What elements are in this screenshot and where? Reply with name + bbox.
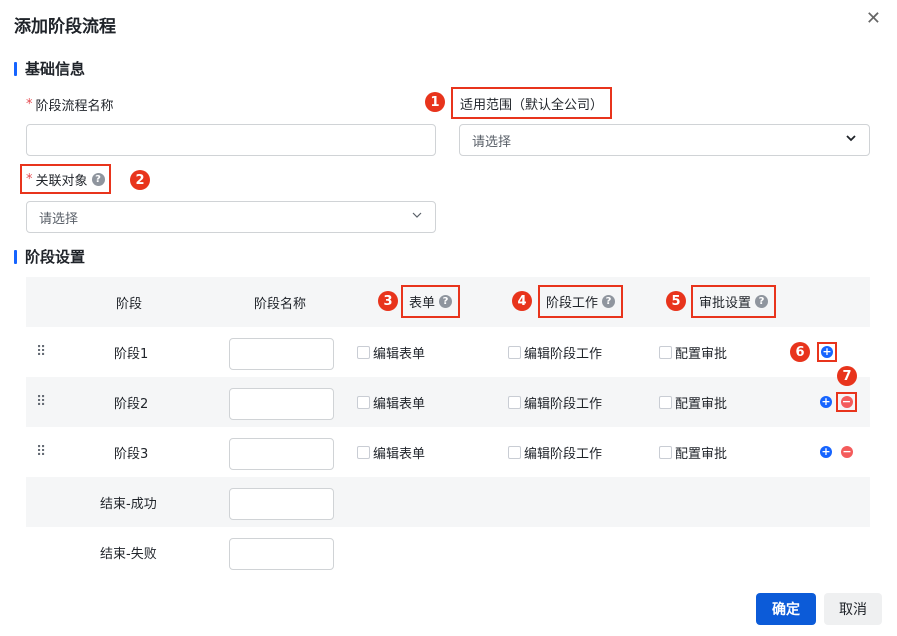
- stage-name-input[interactable]: [229, 538, 334, 570]
- section-stage-title: 阶段设置: [25, 248, 86, 266]
- config-approval-checkbox[interactable]: 配置审批: [659, 427, 727, 477]
- edit-work-text: 编辑阶段工作: [524, 396, 603, 412]
- checkbox-icon[interactable]: [508, 395, 521, 409]
- table-row: ⠿ 阶段2 编辑表单 编辑阶段工作 配置审批 + 7 −: [26, 366, 870, 427]
- required-mark: *: [26, 97, 33, 112]
- checkbox-icon[interactable]: [508, 445, 521, 459]
- drag-handle-icon[interactable]: ⠿: [36, 427, 46, 477]
- chevron-down-icon: [411, 209, 423, 225]
- header-approval-text: 审批设置: [699, 296, 752, 311]
- table-row: ⠿ 阶段1 编辑表单 编辑阶段工作 配置审批 6 +: [26, 327, 870, 377]
- edit-work-text: 编辑阶段工作: [524, 446, 603, 462]
- dialog-title: 添加阶段流程: [14, 17, 116, 37]
- header-stage-work-text: 阶段工作: [546, 296, 599, 311]
- section-basic-title: 基础信息: [25, 60, 86, 78]
- checkbox-icon[interactable]: [659, 395, 672, 409]
- scope-placeholder: 请选择: [472, 134, 512, 150]
- edit-form-checkbox[interactable]: 编辑表单: [357, 327, 425, 377]
- config-approval-checkbox[interactable]: 配置审批: [659, 377, 727, 427]
- chevron-down-icon: [845, 132, 857, 148]
- annotation-badge-5: 5: [666, 291, 686, 311]
- section-marker: [14, 249, 17, 264]
- annotation-badge-3: 3: [378, 291, 398, 311]
- config-approval-text: 配置审批: [675, 346, 728, 362]
- drag-handle-icon[interactable]: ⠿: [36, 327, 46, 377]
- edit-form-text: 编辑表单: [373, 446, 426, 462]
- scope-select[interactable]: 请选择: [459, 124, 870, 156]
- stage-name-input[interactable]: [229, 338, 334, 370]
- stage-label: 阶段3: [114, 446, 149, 462]
- table-row: 结束-成功: [26, 477, 870, 527]
- stage-name-input[interactable]: [229, 488, 334, 520]
- stage-name-input[interactable]: [229, 438, 334, 470]
- edit-form-checkbox[interactable]: 编辑表单: [357, 377, 425, 427]
- checkbox-icon[interactable]: [357, 395, 370, 409]
- stage-label: 阶段2: [114, 396, 149, 412]
- table-header: 阶段 阶段名称 3 表单 ? 4 阶段工作 ? 5 审批设置 ?: [26, 277, 870, 327]
- section-marker: [14, 61, 17, 76]
- add-stage-icon[interactable]: +: [820, 396, 832, 408]
- header-stage-work: 阶段工作 ?: [538, 285, 624, 318]
- header-stage-name: 阶段名称: [254, 296, 307, 312]
- related-object-text: 关联对象: [35, 173, 88, 189]
- help-icon[interactable]: ?: [755, 295, 769, 308]
- stage-flow-name-text: 阶段流程名称: [35, 99, 114, 114]
- stage-flow-name-label: * 阶段流程名称: [26, 95, 114, 114]
- stage-label: 阶段1: [114, 346, 149, 362]
- help-icon[interactable]: ?: [439, 295, 453, 308]
- add-stage-icon[interactable]: +: [820, 446, 832, 458]
- edit-form-checkbox[interactable]: 编辑表单: [357, 427, 425, 477]
- end-success-label: 结束-成功: [100, 496, 157, 512]
- stage-name-input[interactable]: [229, 388, 334, 420]
- annotation-badge-6: 6: [790, 342, 810, 362]
- add-stage-box[interactable]: +: [817, 342, 837, 362]
- help-icon[interactable]: ?: [91, 172, 105, 186]
- close-icon[interactable]: ✕: [866, 8, 881, 29]
- drag-handle-icon[interactable]: ⠿: [36, 377, 46, 427]
- related-placeholder: 请选择: [39, 211, 79, 227]
- stage-flow-name-input[interactable]: [26, 124, 436, 156]
- scope-label: 适用范围（默认全公司）: [451, 87, 613, 119]
- end-fail-label: 结束-失败: [100, 546, 157, 562]
- required-mark: *: [26, 171, 33, 187]
- remove-stage-box[interactable]: −: [836, 392, 857, 412]
- related-object-label: * 关联对象 ?: [20, 164, 111, 194]
- edit-form-text: 编辑表单: [373, 346, 426, 362]
- remove-stage-icon[interactable]: −: [841, 446, 853, 458]
- header-form: 表单 ?: [401, 285, 461, 318]
- annotation-badge-4: 4: [512, 291, 532, 311]
- section-basic-info: 基础信息: [14, 58, 85, 79]
- checkbox-icon[interactable]: [357, 345, 370, 359]
- header-form-text: 表单: [409, 296, 436, 311]
- checkbox-icon[interactable]: [357, 445, 370, 459]
- annotation-badge-1: 1: [425, 92, 445, 112]
- config-approval-text: 配置审批: [675, 446, 728, 462]
- checkbox-icon[interactable]: [659, 345, 672, 359]
- cancel-button[interactable]: 取消: [824, 593, 882, 625]
- help-icon[interactable]: ?: [602, 295, 616, 308]
- table-row: 结束-失败: [26, 527, 870, 577]
- annotation-badge-7: 7: [837, 366, 857, 386]
- table-row: ⠿ 阶段3 编辑表单 编辑阶段工作 配置审批 + −: [26, 427, 870, 477]
- checkbox-icon[interactable]: [508, 345, 521, 359]
- related-object-select[interactable]: 请选择: [26, 201, 436, 233]
- header-stage: 阶段: [116, 296, 143, 312]
- checkbox-icon[interactable]: [659, 445, 672, 459]
- remove-stage-icon[interactable]: −: [840, 396, 853, 408]
- edit-work-checkbox[interactable]: 编辑阶段工作: [508, 377, 602, 427]
- config-approval-text: 配置审批: [675, 396, 728, 412]
- header-approval: 审批设置 ?: [691, 285, 777, 318]
- section-stage-settings: 阶段设置: [14, 246, 85, 267]
- edit-work-text: 编辑阶段工作: [524, 346, 603, 362]
- config-approval-checkbox[interactable]: 配置审批: [659, 327, 727, 377]
- confirm-button[interactable]: 确定: [756, 593, 816, 625]
- scope-label-text: 适用范围（默认全公司）: [460, 97, 604, 113]
- add-stage-icon[interactable]: +: [821, 346, 833, 358]
- edit-work-checkbox[interactable]: 编辑阶段工作: [508, 327, 602, 377]
- edit-form-text: 编辑表单: [373, 396, 426, 412]
- annotation-badge-2: 2: [130, 170, 150, 190]
- edit-work-checkbox[interactable]: 编辑阶段工作: [508, 427, 602, 477]
